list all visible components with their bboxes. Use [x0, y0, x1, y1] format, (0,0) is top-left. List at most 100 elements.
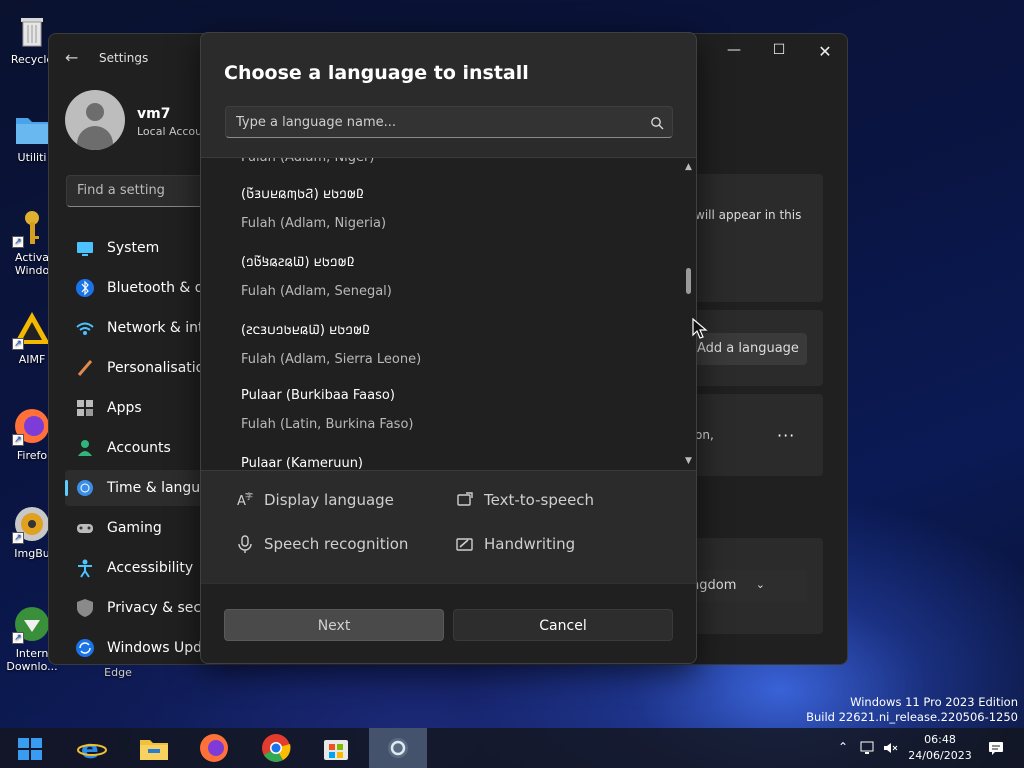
choose-language-dialog: Choose a language to install Fulah (Adla…	[200, 32, 697, 664]
language-search-input[interactable]	[226, 107, 626, 137]
lang-english-name: Fulah (Adlam, Nigeria)	[241, 216, 387, 231]
next-button[interactable]: Next	[224, 609, 444, 641]
accounts-icon	[75, 438, 95, 458]
shield-icon	[75, 598, 95, 618]
feature-label: Handwriting	[484, 535, 576, 553]
scrollbar-thumb[interactable]	[686, 268, 691, 294]
list-item[interactable]: Pulaar (Burkibaa Faaso) Fulah (Latin, Bu…	[241, 388, 661, 432]
clock-date: 24/06/2023	[908, 749, 972, 762]
file-explorer-icon[interactable]	[138, 732, 170, 764]
settings-icon[interactable]	[382, 732, 414, 764]
lang-english-name: Fulah (Adlam, Niger)	[241, 157, 375, 165]
language-search-box[interactable]	[225, 106, 673, 138]
start-icon[interactable]	[14, 732, 46, 764]
desktop-icon-label: Edge	[104, 666, 132, 679]
lang-native-name: (𞤐𞤢𞤶𞤫𞤪𞤭𞤴𞤢𞥄) 𞤆𞤵𞤤𞤢𞤪	[241, 187, 364, 202]
list-item[interactable]: (𞤅𞤫𞤪𞤢𞤤𞤭𞤴𞤮𞤲) 𞤆𞤵𞤤𞤢𞤪 Fulah (Adlam, Sierra L…	[241, 320, 661, 367]
chrome-icon[interactable]	[260, 732, 292, 764]
handwriting-icon	[456, 535, 474, 553]
volume-muted-icon[interactable]	[882, 740, 898, 759]
lang-native-name: (𞤅𞤫𞤪𞤢𞤤𞤭𞤴𞤮𞤲) 𞤆𞤵𞤤𞤢𞤪	[241, 323, 371, 338]
close-button[interactable]: ✕	[802, 42, 847, 61]
recycle-bin-icon	[12, 10, 52, 50]
feature-text-to-speech: Text-to-speech	[456, 491, 594, 509]
windows-edition-watermark: Windows 11 Pro 2023 Edition	[850, 695, 1018, 709]
sidebar-item-label: Apps	[107, 400, 142, 416]
settings-title: Settings	[99, 51, 149, 65]
taskbar-clock[interactable]: 06:48 24/06/2023	[900, 732, 980, 764]
sidebar-item-label: Gaming	[107, 520, 162, 536]
profile-account-type: Local Accou	[137, 125, 203, 138]
clock-time: 06:48	[924, 733, 956, 746]
content-card-text: on,	[695, 428, 714, 442]
maximize-button[interactable]: ☐	[756, 42, 802, 58]
windows-build-watermark: Build 22621.ni_release.220506-1250	[806, 710, 1018, 724]
region-select-value: ngdom	[691, 578, 737, 593]
list-item-partial[interactable]: Fulah (Adlam, Niger)	[241, 157, 661, 165]
cancel-button[interactable]: Cancel	[453, 609, 673, 641]
internet-explorer-icon[interactable]: e	[76, 732, 108, 765]
sidebar-item-label: Accounts	[107, 440, 171, 456]
feature-speech-recognition: Speech recognition	[236, 535, 408, 553]
list-item[interactable]: (𞤐𞤢𞤶𞤫𞤪𞤭𞤴𞤢𞥄) 𞤆𞤵𞤤𞤢𞤪 Fulah (Adlam, Nigeria)	[241, 184, 661, 231]
apps-icon	[75, 398, 95, 418]
lang-english-name: Fulah (Adlam, Sierra Leone)	[241, 352, 422, 367]
taskbar: e ⌃ 06:48 24/06/2023	[0, 728, 1024, 768]
list-item[interactable]: Pulaar (Kameruun)	[241, 456, 661, 470]
desktop-icon-edge-label[interactable]: Edge	[90, 666, 146, 679]
firefox-taskbar-icon[interactable]	[198, 732, 230, 764]
sidebar-item-label: Time & langua	[107, 480, 209, 496]
back-arrow-icon[interactable]: ←	[65, 48, 78, 67]
scroll-down-arrow-icon[interactable]: ▼	[685, 456, 692, 466]
shortcut-arrow-icon: ↗	[12, 532, 24, 544]
avatar[interactable]	[65, 90, 125, 150]
sidebar-item-label: Personalisation	[107, 360, 214, 376]
desktop-icon-label: Utiliti	[17, 151, 47, 164]
shortcut-arrow-icon: ↗	[12, 434, 24, 446]
folder-icon	[12, 108, 52, 148]
scroll-up-arrow-icon[interactable]: ▲	[685, 162, 692, 172]
time-language-icon	[75, 478, 95, 498]
profile-name: vm7	[137, 106, 171, 122]
lang-english-name: Fulah (Adlam, Senegal)	[241, 284, 392, 299]
chevron-down-icon: ⌄	[755, 578, 765, 591]
key-icon: ↗	[12, 208, 52, 248]
chevron-up-icon[interactable]: ⌃	[838, 740, 848, 754]
svg-text:e: e	[81, 735, 99, 764]
region-select[interactable]: ngdom ⌄	[687, 570, 807, 602]
network-icon	[75, 318, 95, 338]
store-icon[interactable]	[320, 732, 352, 764]
display-language-icon: A字	[236, 491, 254, 509]
network-tray-icon[interactable]	[860, 740, 876, 759]
desktop-icon-label: ImgBu	[14, 547, 50, 560]
firefox-icon: ↗	[12, 406, 52, 446]
language-list[interactable]: Fulah (Adlam, Niger) (𞤐𞤢𞤶𞤫𞤪𞤭𞤴𞤢𞥄) 𞤆𞤵𞤤𞤢𞤪 F…	[201, 157, 696, 471]
shortcut-arrow-icon: ↗	[12, 236, 24, 248]
search-icon	[650, 115, 664, 130]
minimize-button[interactable]: —	[711, 42, 757, 58]
desktop-icon-label: AIMF	[18, 353, 46, 366]
brush-icon	[75, 358, 95, 378]
update-icon	[75, 638, 95, 658]
feature-label: Display language	[264, 491, 394, 509]
feature-label: Speech recognition	[264, 535, 409, 553]
sidebar-item-label: Windows Upda	[107, 640, 211, 656]
bluetooth-icon	[75, 278, 95, 298]
notifications-icon[interactable]	[988, 740, 1004, 759]
desktop-icon-label: Recycle	[10, 53, 54, 66]
system-icon	[75, 238, 95, 258]
list-item[interactable]: (𞤅𞤫𞤲𞤫𞤺𞤢𞥄𞤤) 𞤆𞤵𞤤𞤢𞤪 Fulah (Adlam, Senegal)	[241, 252, 661, 299]
sidebar-item-label: Bluetooth & de	[107, 280, 213, 296]
lang-native-name: (𞤅𞤫𞤲𞤫𞤺𞤢𞥄𞤤) 𞤆𞤵𞤤𞤢𞤪	[241, 255, 355, 270]
desktop-icon-label: Firefo	[16, 449, 48, 462]
lang-native-name: Pulaar (Burkibaa Faaso)	[241, 388, 395, 403]
feature-label: Text-to-speech	[484, 491, 595, 509]
internet-download-icon: ↗	[12, 604, 52, 644]
more-options-button[interactable]: ···	[777, 426, 795, 445]
mouse-pointer-icon	[692, 317, 708, 344]
imgburn-icon: ↗	[12, 504, 52, 544]
sidebar-item-label: Accessibility	[107, 560, 194, 576]
sidebar-item-label: Network & inte	[107, 320, 213, 336]
lang-english-name: Fulah (Latin, Burkina Faso)	[241, 417, 414, 432]
microphone-icon	[236, 535, 254, 553]
